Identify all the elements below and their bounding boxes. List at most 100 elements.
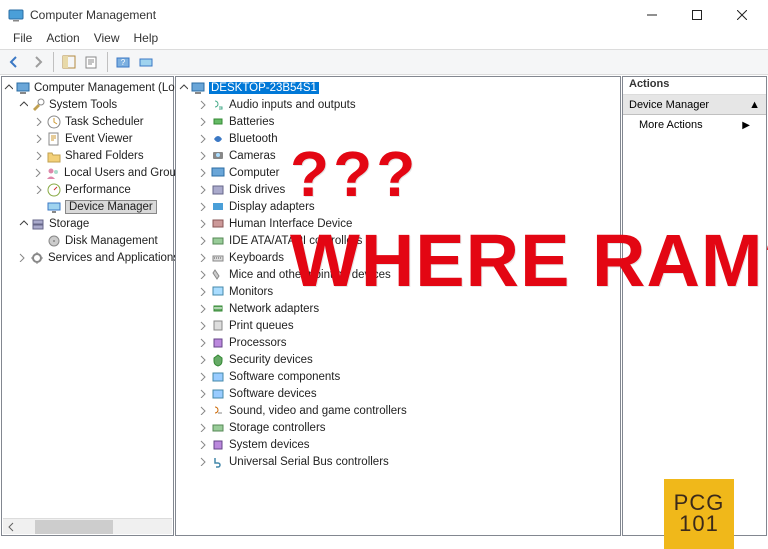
computer-icon bbox=[190, 80, 206, 96]
nav-tree-item[interactable]: Computer Management (Local bbox=[4, 79, 171, 96]
back-button[interactable] bbox=[4, 51, 26, 73]
expand-icon[interactable] bbox=[198, 270, 208, 280]
nav-tree-item[interactable]: System Tools bbox=[4, 96, 171, 113]
expand-icon[interactable] bbox=[34, 236, 44, 246]
device-category-row[interactable]: Keyboards bbox=[178, 249, 618, 266]
expand-icon[interactable] bbox=[34, 185, 44, 195]
category-label: Disk drives bbox=[229, 184, 285, 196]
scroll-thumb[interactable] bbox=[35, 520, 113, 534]
device-category-row[interactable]: Processors bbox=[178, 334, 618, 351]
device-category-row[interactable]: Audio inputs and outputs bbox=[178, 96, 618, 113]
menu-action[interactable]: Action bbox=[39, 30, 86, 49]
nav-tree-item[interactable]: Storage bbox=[4, 215, 171, 232]
expand-icon[interactable] bbox=[198, 202, 208, 212]
expand-icon[interactable] bbox=[18, 219, 28, 229]
nav-item-label: Task Scheduler bbox=[65, 116, 144, 128]
device-category-row[interactable]: Bluetooth bbox=[178, 130, 618, 147]
nav-tree-item[interactable]: Task Scheduler bbox=[4, 113, 171, 130]
expand-icon[interactable] bbox=[178, 83, 188, 93]
category-label: Cameras bbox=[229, 150, 276, 162]
expand-icon[interactable] bbox=[198, 253, 208, 263]
maximize-button[interactable] bbox=[674, 1, 719, 30]
expand-icon[interactable] bbox=[4, 83, 13, 93]
device-root-row[interactable]: DESKTOP-23B54S1 bbox=[178, 79, 618, 96]
expand-icon[interactable] bbox=[18, 253, 27, 263]
device-category-row[interactable]: Display adapters bbox=[178, 198, 618, 215]
expand-icon[interactable] bbox=[198, 389, 208, 399]
show-hide-button[interactable] bbox=[58, 51, 80, 73]
expand-icon[interactable] bbox=[198, 100, 208, 110]
device-category-row[interactable]: Universal Serial Bus controllers bbox=[178, 453, 618, 470]
expand-icon[interactable] bbox=[18, 100, 28, 110]
expand-icon[interactable] bbox=[198, 372, 208, 382]
more-actions[interactable]: More Actions ▶ bbox=[623, 115, 766, 135]
expand-icon[interactable] bbox=[198, 440, 208, 450]
expand-icon[interactable] bbox=[34, 151, 44, 161]
device-category-row[interactable]: Security devices bbox=[178, 351, 618, 368]
nav-tree-item[interactable]: Local Users and Groups bbox=[4, 164, 171, 181]
device-category-row[interactable]: Computer bbox=[178, 164, 618, 181]
app-icon bbox=[8, 7, 24, 23]
close-button[interactable] bbox=[719, 1, 764, 30]
minimize-button[interactable] bbox=[629, 1, 674, 30]
nav-item-label: Local Users and Groups bbox=[64, 167, 188, 179]
device-category-row[interactable]: Human Interface Device bbox=[178, 215, 618, 232]
device-category-row[interactable]: Mice and other pointing devices bbox=[178, 266, 618, 283]
expand-icon[interactable] bbox=[198, 185, 208, 195]
help-button[interactable]: ? bbox=[112, 51, 134, 73]
category-label: System devices bbox=[229, 439, 310, 451]
device-category-row[interactable]: Batteries bbox=[178, 113, 618, 130]
menu-help[interactable]: Help bbox=[127, 30, 166, 49]
expand-icon[interactable] bbox=[198, 423, 208, 433]
device-category-row[interactable]: Network adapters bbox=[178, 300, 618, 317]
device-category-row[interactable]: Print queues bbox=[178, 317, 618, 334]
category-icon bbox=[210, 335, 226, 351]
nav-tree-item[interactable]: Services and Applications bbox=[4, 249, 171, 266]
nav-tree-item[interactable]: Shared Folders bbox=[4, 147, 171, 164]
properties-button[interactable] bbox=[81, 51, 103, 73]
nav-item-label: Services and Applications bbox=[48, 252, 179, 264]
category-label: Human Interface Device bbox=[229, 218, 352, 230]
schedule-icon bbox=[46, 114, 62, 130]
category-icon bbox=[210, 318, 226, 334]
menu-view[interactable]: View bbox=[87, 30, 127, 49]
expand-icon[interactable] bbox=[198, 287, 208, 297]
expand-icon[interactable] bbox=[198, 117, 208, 127]
expand-icon[interactable] bbox=[198, 134, 208, 144]
expand-icon[interactable] bbox=[34, 168, 43, 178]
expand-icon[interactable] bbox=[198, 321, 208, 331]
expand-icon[interactable] bbox=[34, 117, 44, 127]
nav-tree-item[interactable]: Performance bbox=[4, 181, 171, 198]
device-category-row[interactable]: Software devices bbox=[178, 385, 618, 402]
expand-icon[interactable] bbox=[198, 236, 208, 246]
category-label: Security devices bbox=[229, 354, 313, 366]
device-category-row[interactable]: Sound, video and game controllers bbox=[178, 402, 618, 419]
category-label: Display adapters bbox=[229, 201, 315, 213]
expand-icon[interactable] bbox=[34, 202, 44, 212]
device-category-row[interactable]: Cameras bbox=[178, 147, 618, 164]
device-category-row[interactable]: IDE ATA/ATAPI controllers bbox=[178, 232, 618, 249]
menu-file[interactable]: File bbox=[6, 30, 39, 49]
expand-icon[interactable] bbox=[198, 151, 208, 161]
forward-button[interactable] bbox=[27, 51, 49, 73]
device-category-row[interactable]: Disk drives bbox=[178, 181, 618, 198]
actions-selected[interactable]: Device Manager ▲ bbox=[623, 95, 766, 115]
device-category-row[interactable]: Software components bbox=[178, 368, 618, 385]
expand-icon[interactable] bbox=[198, 406, 208, 416]
device-scan-button[interactable] bbox=[135, 51, 157, 73]
expand-icon[interactable] bbox=[198, 168, 208, 178]
device-category-row[interactable]: Storage controllers bbox=[178, 419, 618, 436]
expand-icon[interactable] bbox=[198, 219, 208, 229]
horizontal-scrollbar[interactable] bbox=[3, 518, 172, 534]
expand-icon[interactable] bbox=[198, 457, 208, 467]
expand-icon[interactable] bbox=[198, 338, 208, 348]
nav-tree-item[interactable]: Event Viewer bbox=[4, 130, 171, 147]
expand-icon[interactable] bbox=[198, 355, 208, 365]
nav-tree-item[interactable]: Disk Management bbox=[4, 232, 171, 249]
titlebar: Computer Management bbox=[0, 0, 768, 30]
nav-tree-item[interactable]: Device Manager bbox=[4, 198, 171, 215]
expand-icon[interactable] bbox=[198, 304, 208, 314]
device-category-row[interactable]: Monitors bbox=[178, 283, 618, 300]
expand-icon[interactable] bbox=[34, 134, 44, 144]
device-category-row[interactable]: System devices bbox=[178, 436, 618, 453]
